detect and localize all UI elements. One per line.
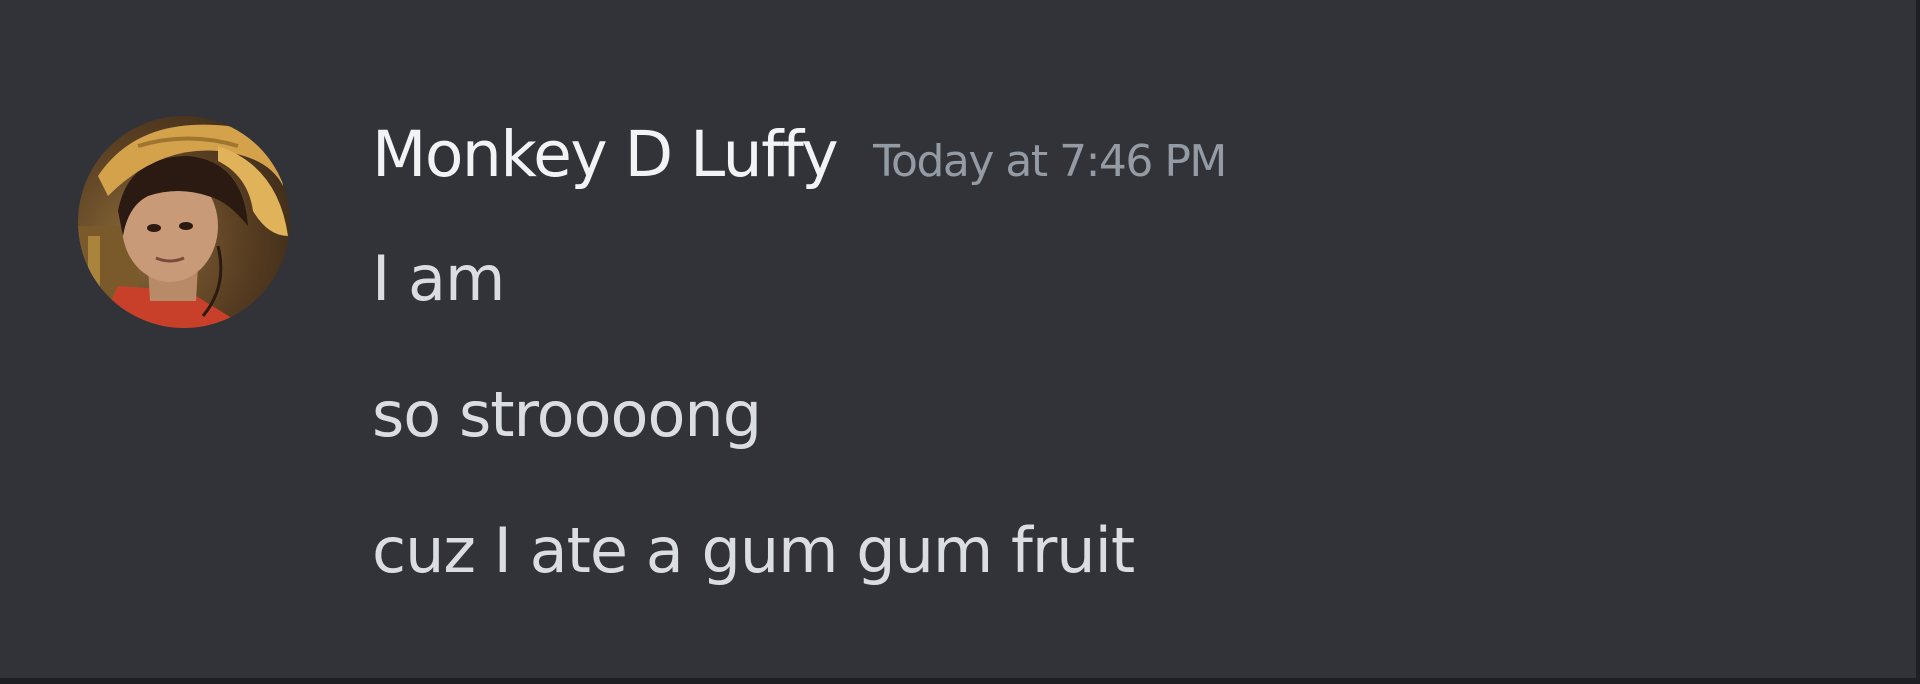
- message-line: so stroooong: [372, 378, 762, 451]
- message-header: Monkey D Luffy Today at 7:46 PM: [372, 118, 1227, 208]
- chat-message[interactable]: Monkey D Luffy Today at 7:46 PM I am so s…: [0, 0, 1916, 678]
- avatar-image: [78, 116, 290, 328]
- chat-frame: Monkey D Luffy Today at 7:46 PM I am so s…: [0, 0, 1920, 684]
- message-line: cuz I ate a gum gum fruit: [372, 514, 1135, 587]
- author-username[interactable]: Monkey D Luffy: [372, 118, 839, 191]
- message-line: I am: [372, 242, 505, 315]
- message-timestamp: Today at 7:46 PM: [873, 136, 1227, 187]
- user-avatar-icon[interactable]: [78, 116, 290, 328]
